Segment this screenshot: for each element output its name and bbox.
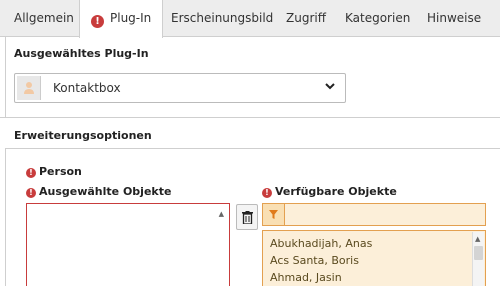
available-objects-list[interactable]: Abukhadijah, Anas Acs Santa, Boris Ahmad… [262, 230, 486, 286]
options-section-heading: Erweiterungsoptionen [14, 129, 152, 142]
selected-objects-label: ! Ausgewählte Objekte [26, 185, 171, 198]
filter-field[interactable] [262, 203, 486, 226]
person-label: ! Person [26, 165, 82, 178]
scroll-up-icon[interactable]: ▲ [219, 210, 224, 218]
tab-plug-in[interactable]: ! Plug-In [79, 0, 164, 38]
person-avatar-icon [17, 76, 41, 100]
remove-button[interactable] [236, 204, 258, 230]
tab-allgemein[interactable]: Allgemein [14, 0, 74, 37]
scroll-up-icon[interactable]: ▲ [475, 235, 480, 243]
required-icon: ! [26, 168, 36, 178]
chevron-down-icon [325, 82, 335, 93]
list-item[interactable]: Abukhadijah, Anas [270, 237, 372, 250]
plugin-select[interactable]: Kontaktbox [14, 73, 346, 103]
available-objects-label: ! Verfügbare Objekte [262, 185, 397, 198]
exclamation-icon: ! [91, 15, 104, 28]
tab-zugriff[interactable]: Zugriff [286, 0, 326, 37]
required-icon: ! [26, 188, 36, 198]
list-item[interactable]: Acs Santa, Boris [270, 254, 359, 267]
plugin-section-heading: Ausgewähltes Plug-In [14, 47, 149, 60]
filter-icon [263, 204, 285, 225]
tab-erscheinungsbild[interactable]: Erscheinungsbild [171, 0, 273, 37]
plugin-select-value: Kontaktbox [53, 81, 121, 95]
list-item[interactable]: Ahmad, Jasin [270, 271, 342, 284]
required-icon: ! [262, 188, 272, 198]
tab-hinweise[interactable]: Hinweise [427, 0, 481, 37]
tab-bar: Allgemein ! Plug-In Erscheinungsbild Zugr… [0, 0, 500, 38]
section-divider [0, 117, 500, 118]
scrollbar[interactable]: ▲ [472, 232, 484, 286]
tab-kategorien[interactable]: Kategorien [345, 0, 410, 37]
selected-objects-list[interactable]: ▲ [26, 203, 230, 286]
trash-icon [242, 211, 253, 224]
scrollbar-thumb[interactable] [474, 246, 483, 260]
